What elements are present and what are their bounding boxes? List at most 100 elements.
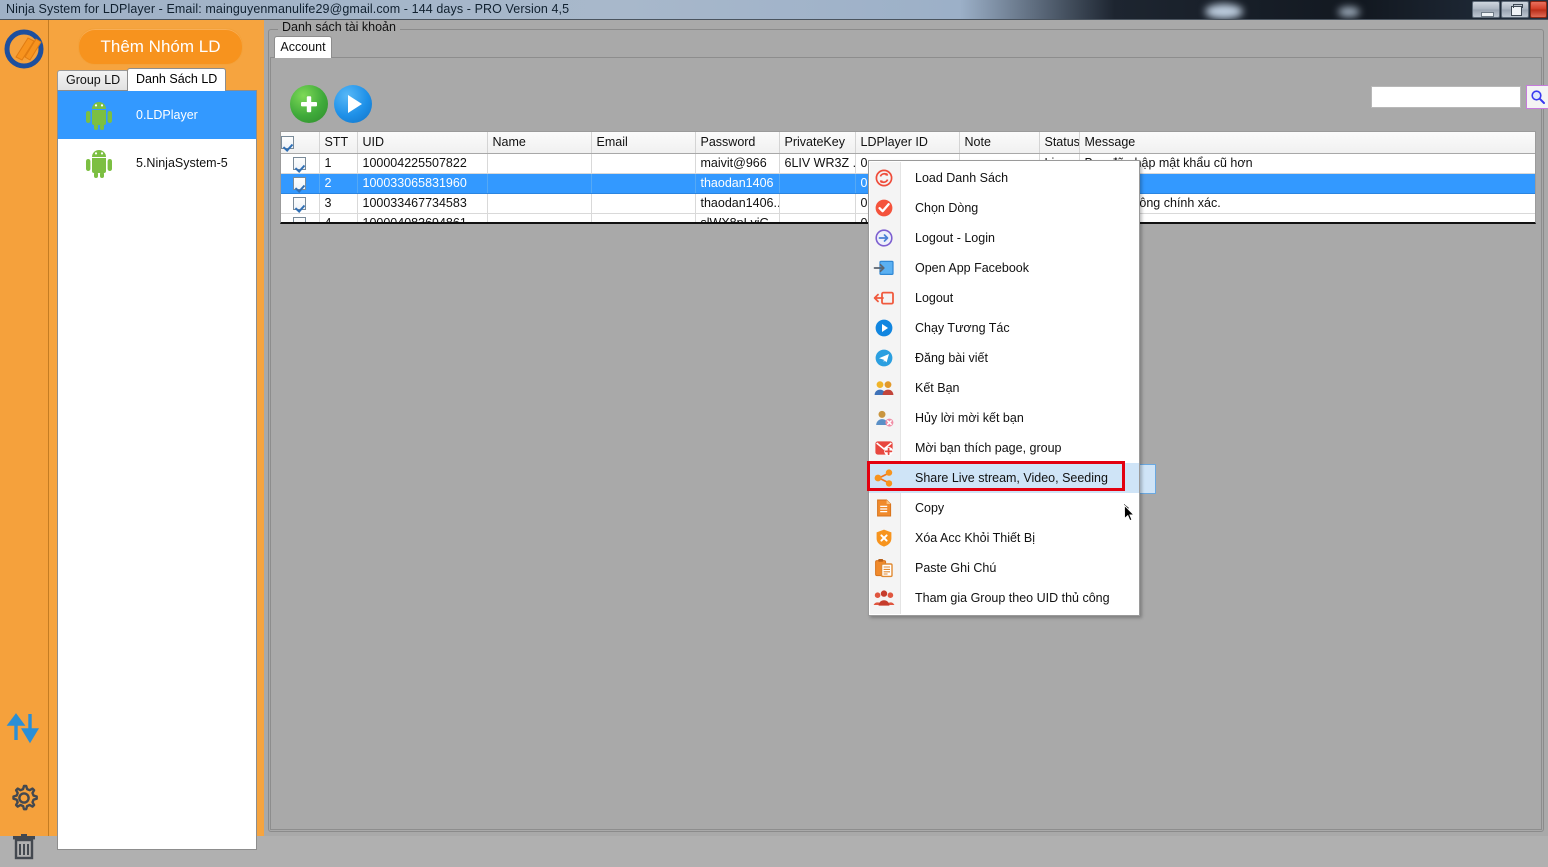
window-title: Ninja System for LDPlayer - Email: maing…	[6, 2, 570, 16]
cell-uid: 100033467734583	[357, 193, 488, 214]
send-telegram-icon	[869, 343, 899, 373]
col-privatekey[interactable]: PrivateKey	[779, 132, 856, 154]
mouse-cursor	[1124, 504, 1136, 528]
cell-password: thaodan1406...	[695, 193, 780, 214]
table-header-row: STT UID Name Email Password PrivateKey L…	[281, 132, 1535, 154]
window-title-bar[interactable]: Ninja System for LDPlayer - Email: maing…	[0, 0, 1548, 20]
select-all-header[interactable]	[281, 132, 320, 154]
search-button[interactable]	[1526, 85, 1548, 109]
menu-item-label: Tham gia Group theo UID thủ công	[915, 591, 1110, 605]
menu-item-logout[interactable]: Logout	[869, 283, 1139, 313]
tab-danh-sach-ld[interactable]: Danh Sách LD	[127, 68, 227, 91]
trash-icon[interactable]	[0, 832, 48, 867]
refresh-icon	[869, 163, 899, 193]
document-icon	[869, 493, 899, 523]
menu-item-label: Load Danh Sách	[915, 171, 1009, 185]
cell-privatekey: 6LIV WR3Z ...	[779, 153, 856, 174]
add-account-button[interactable]	[290, 85, 328, 123]
row-checkbox-cell[interactable]	[281, 173, 320, 194]
list-item[interactable]: 0.LDPlayer	[58, 91, 256, 139]
menu-item-paste-ghi-chu[interactable]: Paste Ghi Chú	[869, 553, 1139, 583]
menu-item-share-live-stream[interactable]: Share Live stream, Video, Seeding	[867, 461, 1139, 493]
desktop-glow	[1205, 4, 1243, 19]
desktop-glow	[1338, 7, 1360, 17]
close-button[interactable]	[1530, 1, 1547, 18]
ninja-logo	[3, 28, 45, 70]
search-input[interactable]	[1371, 86, 1521, 108]
menu-item-label: Xóa Acc Khỏi Thiết Bị	[915, 531, 1035, 545]
menu-item-label: Kết Bạn	[915, 381, 960, 395]
col-ldplayer-id[interactable]: LDPlayer ID	[855, 132, 960, 154]
menu-item-moi-ban-thich-page-group[interactable]: Mời bạn thích page, group	[869, 433, 1139, 463]
col-uid[interactable]: UID	[357, 132, 488, 154]
row-checkbox[interactable]	[293, 217, 307, 222]
row-checkbox-cell[interactable]	[281, 193, 320, 214]
menu-item-logout-login[interactable]: Logout - Login	[869, 223, 1139, 253]
android-icon	[84, 99, 114, 131]
android-icon	[84, 147, 114, 179]
col-status[interactable]: Status	[1039, 132, 1080, 154]
cell-privatekey	[779, 173, 856, 194]
menu-item-label: Mời bạn thích page, group	[915, 441, 1062, 455]
col-email[interactable]: Email	[591, 132, 696, 154]
menu-item-open-app-facebook[interactable]: Open App Facebook	[869, 253, 1139, 283]
logout-login-icon	[869, 223, 899, 253]
menu-item-chay-tuong-tac[interactable]: Chạy Tương Tác	[869, 313, 1139, 343]
share-nodes-icon	[869, 463, 899, 493]
minimize-button[interactable]	[1472, 1, 1500, 18]
cell-uid: 100004225507822	[357, 153, 488, 174]
clipboard-icon	[869, 553, 899, 583]
two-users-icon	[869, 373, 899, 403]
cell-email	[591, 173, 696, 194]
play-circle-icon	[869, 313, 899, 343]
run-button[interactable]	[334, 85, 372, 123]
select-all-checkbox[interactable]	[281, 136, 294, 150]
col-name[interactable]: Name	[487, 132, 592, 154]
cell-name	[487, 213, 592, 222]
menu-item-load-danh-sach[interactable]: Load Danh Sách	[869, 163, 1139, 193]
row-checkbox[interactable]	[293, 157, 307, 171]
check-circle-icon	[869, 193, 899, 223]
menu-item-dang-bai-viet[interactable]: Đăng bài viết	[869, 343, 1139, 373]
col-stt[interactable]: STT	[319, 132, 358, 154]
list-item[interactable]: 5.NinjaSystem-5	[58, 139, 256, 187]
import-export-icon[interactable]	[0, 710, 48, 749]
add-group-button[interactable]: Thêm Nhóm LD	[78, 28, 243, 65]
cell-stt: 2	[319, 173, 358, 194]
context-menu[interactable]: Load Danh Sách Chọn Dòng Logout - Login …	[867, 160, 1140, 616]
exit-icon	[869, 283, 899, 313]
menu-item-label: Paste Ghi Chú	[915, 561, 997, 575]
col-message[interactable]: Message	[1079, 132, 1535, 154]
left-panel: Thêm Nhóm LD Group LD Danh Sách LD 0.LDP…	[49, 20, 264, 850]
groupbox-label: Danh sách tài khoản	[278, 20, 400, 34]
menu-item-tham-gia-group-theo-uid[interactable]: Tham gia Group theo UID thủ công	[869, 583, 1139, 613]
menu-item-label: Chọn Dòng	[915, 201, 979, 215]
menu-item-copy[interactable]: Copy	[869, 493, 1139, 523]
menu-item-ket-ban[interactable]: Kết Bạn	[869, 373, 1139, 403]
menu-item-label: Share Live stream, Video, Seeding	[915, 471, 1108, 485]
cell-uid: 100033065831960	[357, 173, 488, 194]
tab-group-ld[interactable]: Group LD	[57, 70, 130, 90]
cell-password: slWX8pLviG	[695, 213, 780, 222]
cell-password: thaodan1406	[695, 173, 780, 194]
cell-privatekey	[779, 193, 856, 214]
row-checkbox[interactable]	[293, 197, 307, 211]
settings-gear-icon[interactable]	[0, 782, 48, 819]
ld-player-list[interactable]: 0.LDPlayer 5.NinjaSystem-5	[57, 90, 257, 850]
left-rail	[0, 20, 49, 860]
menu-item-huy-loi-moi-ket-ban[interactable]: Hủy lời mời kết bạn	[869, 403, 1139, 433]
search-icon	[1531, 90, 1545, 104]
invite-mail-icon	[869, 433, 899, 463]
maximize-button[interactable]	[1501, 1, 1529, 18]
cell-email	[591, 153, 696, 174]
menu-item-xoa-acc-khoi-thiet-bi[interactable]: Xóa Acc Khỏi Thiết Bị	[869, 523, 1139, 553]
menu-item-chon-dong[interactable]: Chọn Dòng	[869, 193, 1139, 223]
left-panel-tabs: Group LD Danh Sách LD	[57, 68, 257, 91]
col-note[interactable]: Note	[959, 132, 1040, 154]
col-password[interactable]: Password	[695, 132, 780, 154]
tab-account[interactable]: Account	[274, 36, 332, 58]
row-checkbox-cell[interactable]	[281, 153, 320, 174]
row-checkbox[interactable]	[293, 177, 307, 191]
cell-stt: 1	[319, 153, 358, 174]
row-checkbox-cell[interactable]	[281, 213, 320, 222]
